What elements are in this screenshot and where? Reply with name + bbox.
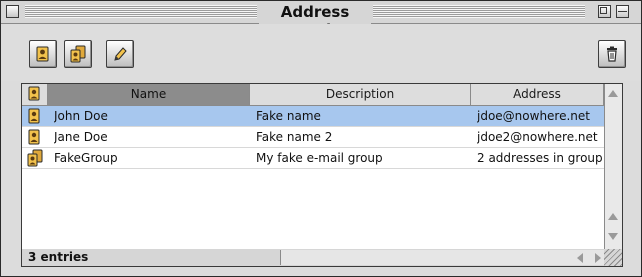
entries-table: Name Description Address John Doe Fake n…	[21, 83, 623, 251]
new-person-button[interactable]	[29, 40, 57, 68]
title-stripes-right	[373, 5, 585, 18]
row-description: Fake name	[256, 109, 321, 123]
table-header: Name Description Address	[22, 84, 622, 106]
resize-grip-icon[interactable]	[604, 249, 622, 266]
entry-count: 3 entries	[28, 250, 89, 264]
horizontal-scrollbar[interactable]	[280, 250, 621, 265]
row-name: John Doe	[54, 109, 108, 123]
row-address: 2 addresses in group	[477, 151, 602, 165]
person-icon	[22, 127, 48, 147]
new-group-button[interactable]	[64, 40, 92, 68]
collapse-box[interactable]	[616, 5, 629, 18]
header-name[interactable]: Name	[48, 84, 250, 105]
group-icon	[22, 148, 48, 168]
row-name: FakeGroup	[54, 151, 118, 165]
row-address: jdoe@nowhere.net	[477, 109, 590, 123]
row-description: Fake name 2	[256, 130, 333, 144]
row-name: Jane Doe	[54, 130, 108, 144]
header-description[interactable]: Description	[250, 84, 471, 105]
scroll-left-arrow-icon[interactable]	[577, 253, 583, 263]
status-bar: 3 entries	[21, 249, 623, 267]
scroll-right-arrow-icon[interactable]	[595, 253, 601, 263]
title-stripes-left	[25, 5, 257, 18]
vertical-scrollbar[interactable]	[604, 84, 622, 250]
table-row[interactable]: Jane Doe Fake name 2 jdoe2@nowhere.net	[22, 127, 604, 148]
row-description: My fake e-mail group	[256, 151, 383, 165]
close-box[interactable]	[6, 5, 19, 18]
table-row[interactable]: FakeGroup My fake e-mail group 2 address…	[22, 148, 604, 169]
zoom-box[interactable]	[598, 5, 611, 18]
delete-button[interactable]	[598, 40, 626, 68]
person-icon	[22, 106, 48, 126]
row-address: jdoe2@nowhere.net	[477, 130, 598, 144]
header-type-column[interactable]	[22, 84, 48, 105]
header-address[interactable]: Address	[471, 84, 604, 105]
scroll-up-arrow-icon[interactable]	[608, 213, 618, 220]
toolbar	[1, 24, 641, 81]
table-row[interactable]: John Doe Fake name jdoe@nowhere.net	[22, 106, 604, 127]
title-bar[interactable]: Address Book	[1, 1, 641, 39]
scroll-down-arrow-icon[interactable]	[608, 233, 618, 240]
scroll-top-arrow-icon	[608, 90, 618, 97]
edit-button[interactable]	[106, 40, 134, 68]
address-book-window: Address Book	[0, 0, 642, 277]
